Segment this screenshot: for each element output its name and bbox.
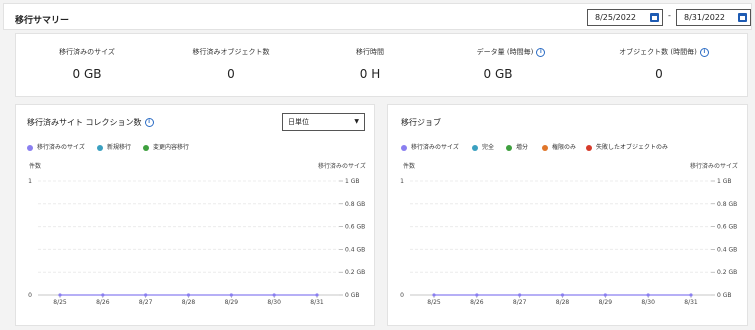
date-from-value: 8/25/2022 — [595, 13, 637, 22]
calendar-icon[interactable] — [650, 13, 659, 22]
x-tick-label: 8/27 — [513, 299, 527, 306]
stat-label-data-per-hour: データ量 (時間毎) i — [441, 47, 581, 57]
right-tick-label: 0 GB — [717, 292, 732, 299]
data-point — [689, 293, 693, 297]
migration-jobs-panel: 移行ジョブ 移行済みのサイズ 完全 増分 権限のみ 失敗したオブジェクトのみ 件… — [387, 104, 748, 326]
x-tick-label: 8/29 — [225, 299, 239, 306]
stat-label-data-per-hour-text: データ量 (時間毎) — [476, 48, 534, 56]
data-point — [646, 293, 650, 297]
info-icon[interactable]: i — [536, 47, 546, 57]
data-point — [475, 293, 479, 297]
summary-stats-panel: 移行済みのサイズ 0 GB 移行済みオブジェクト数 0 移行時間 0 H データ… — [15, 33, 748, 97]
date-from-input[interactable]: 8/25/2022 — [587, 9, 663, 26]
x-tick-label: 8/25 — [53, 299, 67, 306]
data-point — [101, 293, 105, 297]
x-tick-label: 8/28 — [182, 299, 196, 306]
data-point — [560, 293, 565, 297]
stat-label-migrated-size: 移行済みのサイズ — [59, 48, 115, 56]
date-to-input[interactable]: 8/31/2022 — [676, 9, 751, 26]
calendar-icon[interactable] — [738, 13, 747, 22]
right-tick-label: 0.6 GB — [717, 224, 737, 231]
date-to-value: 8/31/2022 — [684, 13, 726, 22]
right-tick-label: 0.4 GB — [345, 246, 365, 253]
data-point — [229, 293, 233, 297]
right-tick-label: 0 GB — [345, 292, 360, 299]
stat-value-migration-time: 0 H — [359, 67, 381, 81]
data-point — [186, 293, 191, 297]
right-tick-label: 0.2 GB — [717, 269, 737, 276]
stat-label-objects-per-hour-text: オブジェクト数 (時間毎) — [619, 48, 697, 56]
x-tick-label: 8/31 — [684, 299, 698, 306]
chart-svg-left: 0 GB 0.2 GB 0.4 GB 0.6 GB 0.8 GB 1 GB 0 1 8/25 8/… — [28, 178, 365, 306]
x-tick-label: 8/26 — [470, 299, 484, 306]
site-collections-panel: 移行済みサイト コレクション数 i 日単位 ▼ 移行済みのサイズ 新規移行 変更内… — [15, 104, 375, 326]
left-tick-label: 1 — [400, 178, 404, 185]
right-tick-label: 0.8 GB — [717, 201, 737, 208]
stat-value-migrated-objects: 0 — [227, 67, 235, 81]
stat-label-migration-time: 移行時間 — [356, 48, 384, 56]
data-point — [315, 293, 319, 297]
x-tick-label: 8/27 — [139, 299, 153, 306]
right-tick-label: 1 GB — [717, 178, 732, 185]
data-point — [272, 293, 276, 297]
right-tick-label: 1 GB — [345, 178, 360, 185]
stat-value-objects-per-hour: 0 — [655, 67, 663, 81]
x-tick-label: 8/29 — [599, 299, 613, 306]
right-tick-label: 0.4 GB — [717, 246, 737, 253]
summary-header-panel: 移行サマリー 8/25/2022 - 8/31/2022 — [3, 3, 752, 30]
info-icon[interactable]: i — [699, 47, 709, 57]
page-title: 移行サマリー — [15, 16, 70, 26]
right-tick-label: 0.6 GB — [345, 224, 365, 231]
left-tick-label: 0 — [28, 292, 32, 299]
stat-value-data-per-hour: 0 GB — [483, 67, 513, 81]
data-point — [58, 293, 62, 297]
chart-svg-right: 0 GB 0.2 GB 0.4 GB 0.6 GB 0.8 GB 1 GB 0 1 8/25 8/… — [400, 178, 737, 306]
data-point — [144, 293, 148, 297]
stat-label-objects-per-hour: オブジェクト数 (時間毎) i — [594, 47, 734, 57]
date-separator: - — [668, 11, 671, 20]
left-tick-label: 1 — [28, 178, 32, 185]
x-tick-label: 8/30 — [267, 299, 281, 306]
data-point — [432, 293, 436, 297]
data-point — [603, 293, 607, 297]
x-tick-label: 8/30 — [641, 299, 655, 306]
x-tick-label: 8/28 — [556, 299, 570, 306]
x-tick-label: 8/26 — [96, 299, 110, 306]
stat-label-migrated-objects: 移行済みオブジェクト数 — [192, 48, 270, 56]
data-point — [518, 293, 522, 297]
right-tick-label: 0.2 GB — [345, 269, 365, 276]
x-tick-label: 8/25 — [427, 299, 441, 306]
right-tick-label: 0.8 GB — [345, 201, 365, 208]
stat-value-migrated-size: 0 GB — [72, 67, 102, 81]
left-tick-label: 0 — [400, 292, 404, 299]
x-tick-label: 8/31 — [310, 299, 324, 306]
